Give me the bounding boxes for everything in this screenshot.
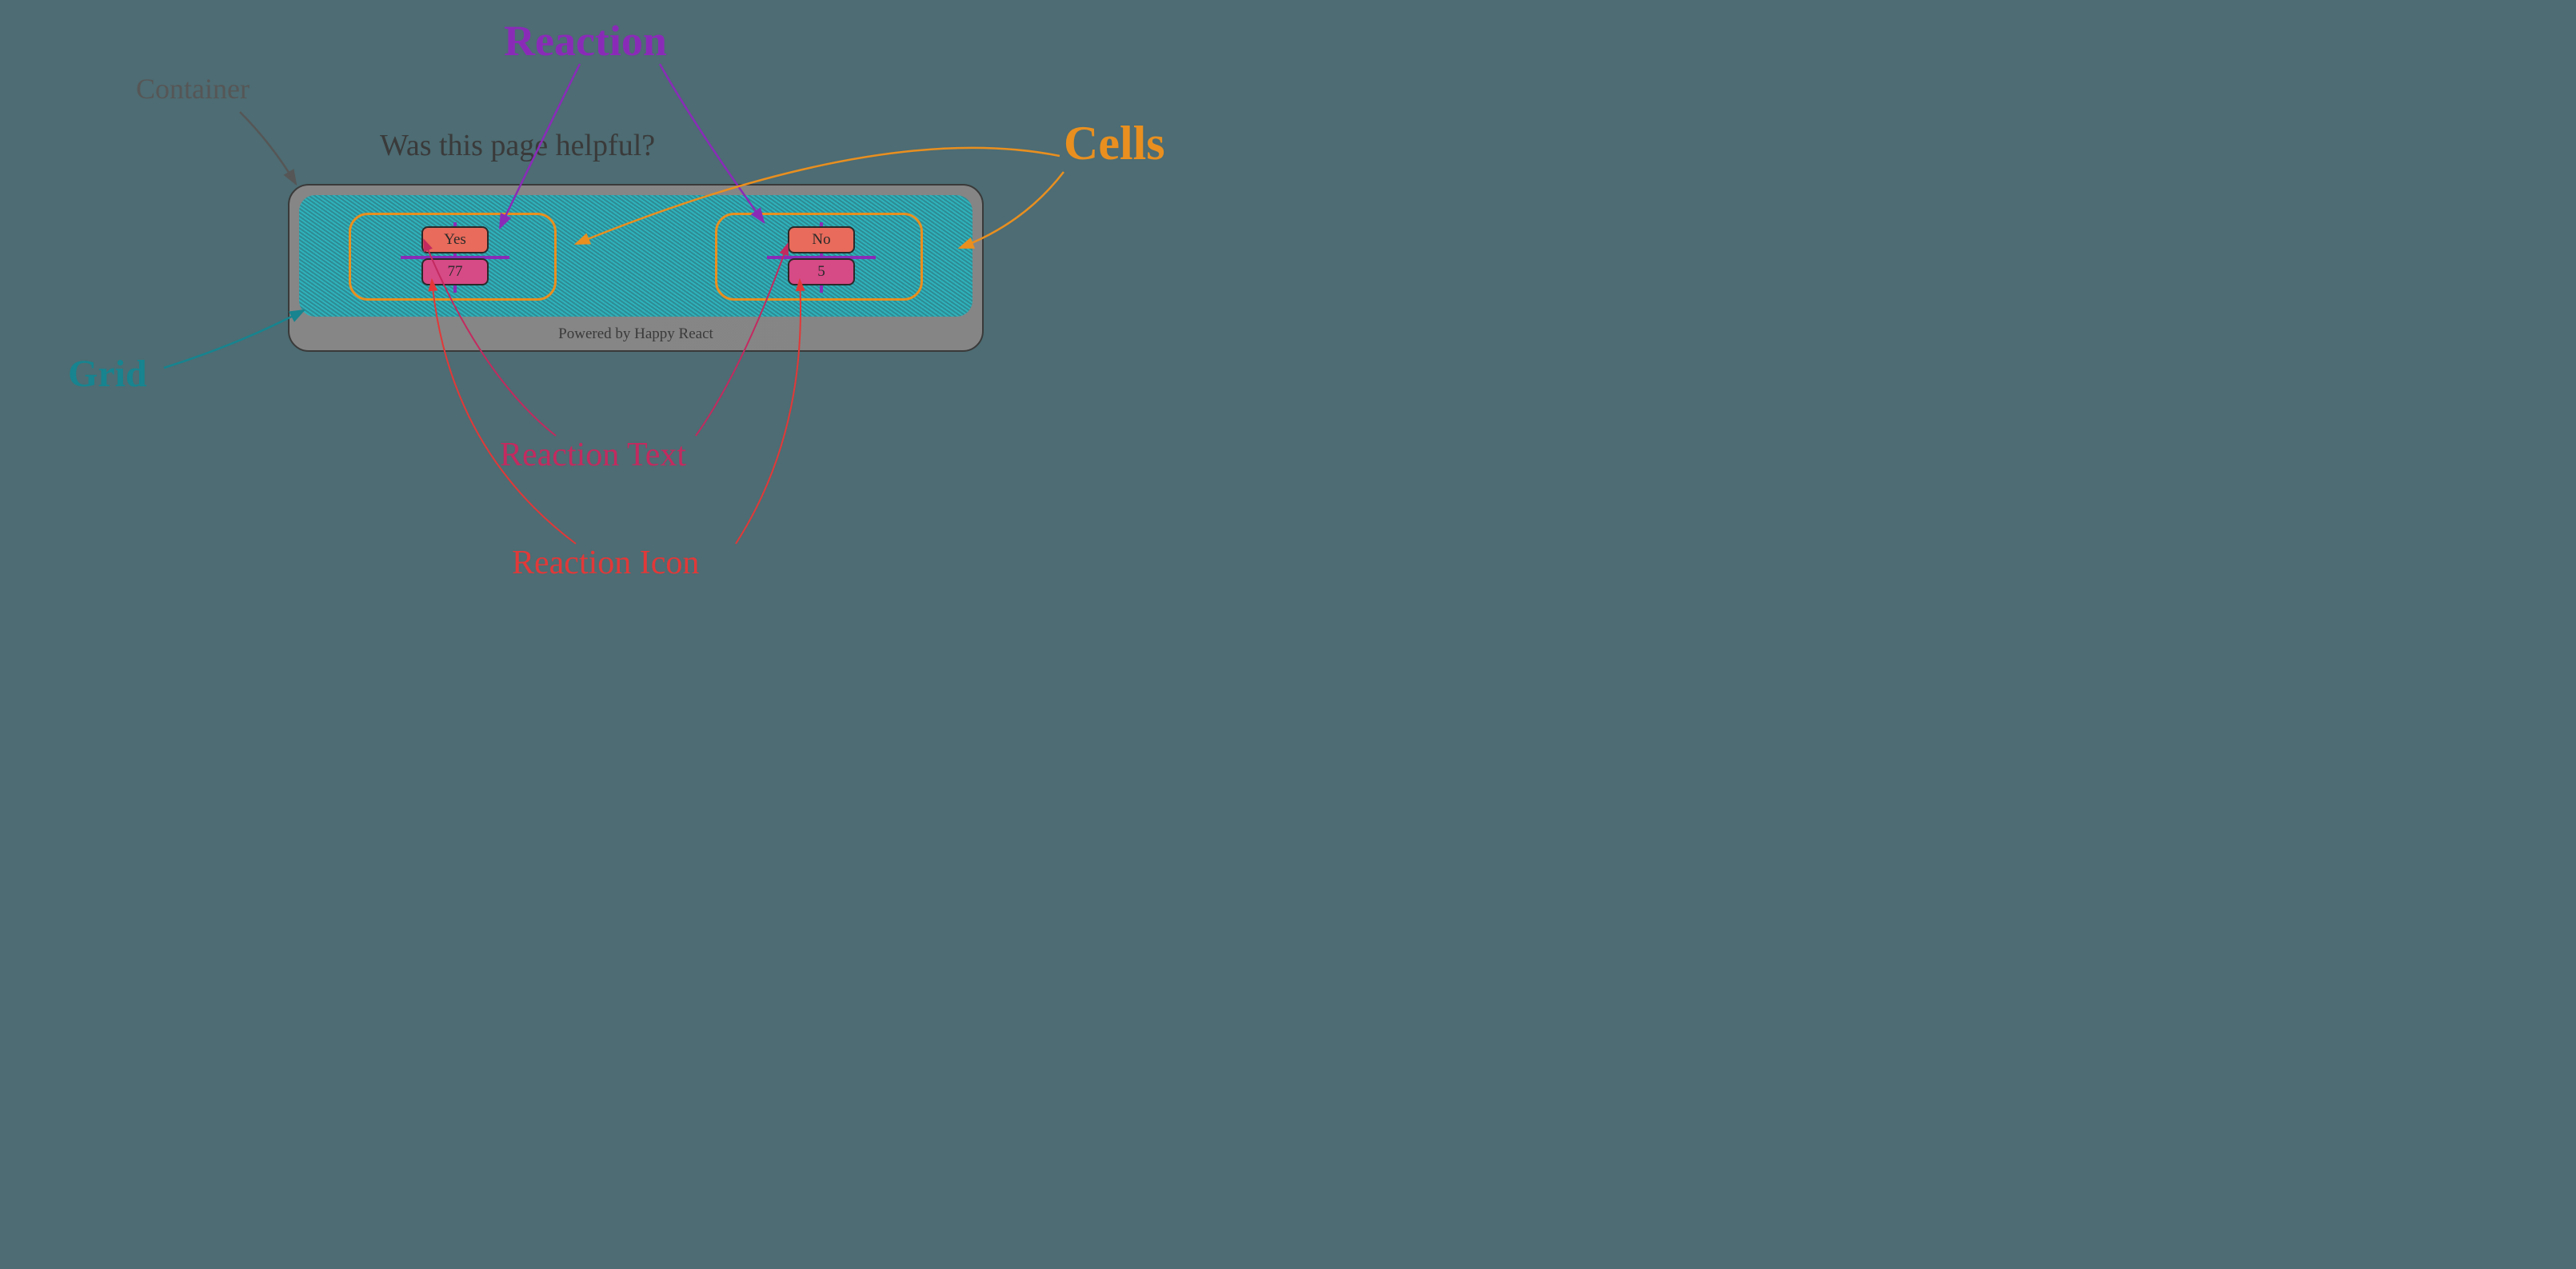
label-container: Container — [136, 72, 250, 106]
reaction-no[interactable]: No 5 — [773, 225, 869, 290]
cell-yes: Yes 77 — [349, 213, 557, 301]
container-box: Yes 77 No 5 Powered by Happy React — [288, 184, 984, 352]
label-reaction-icon: Reaction Icon — [512, 544, 699, 582]
widget-title: Was this page helpful? — [380, 128, 655, 163]
reaction-icon-yes: 77 — [421, 258, 489, 285]
reaction-icon-no: 5 — [788, 258, 855, 285]
reaction-text-no: No — [788, 226, 855, 253]
label-reaction: Reaction — [504, 16, 667, 66]
cell-no: No 5 — [715, 213, 923, 301]
label-grid: Grid — [68, 352, 147, 396]
reaction-text-yes: Yes — [421, 226, 489, 253]
container-footer: Powered by Happy React — [290, 318, 982, 350]
label-cells: Cells — [1064, 116, 1165, 171]
label-reaction-text: Reaction Text — [500, 436, 686, 474]
grid-area: Yes 77 No 5 — [299, 195, 972, 317]
reaction-yes[interactable]: Yes 77 — [407, 225, 503, 290]
